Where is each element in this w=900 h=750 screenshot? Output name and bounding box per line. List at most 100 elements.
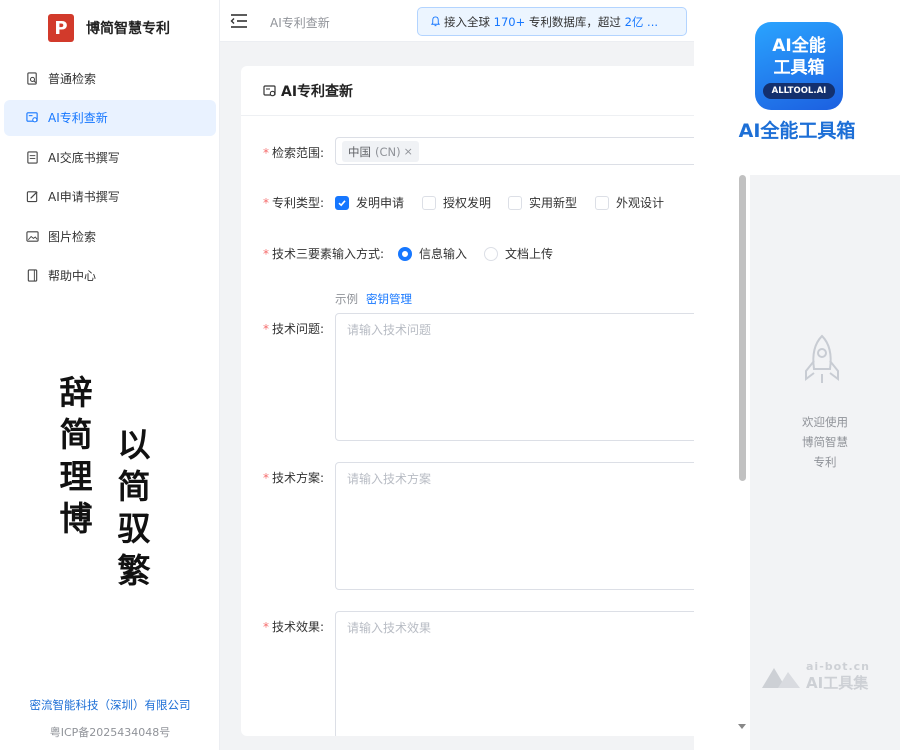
tech-effect-input[interactable] bbox=[335, 611, 715, 736]
edit-icon bbox=[24, 189, 40, 205]
patent-novelty-form: AI专利查新 * 检索范围: 中国 (CN) × * 专利类型: 发明申请 授权发明… bbox=[241, 66, 717, 736]
sidebar-item-label: AI交底书撰写 bbox=[48, 150, 120, 165]
footer-company-link[interactable]: 密流智能科技（深圳）有限公司 bbox=[0, 697, 220, 713]
solution-label: * 技术方案: bbox=[263, 469, 324, 486]
notice-count2: 2亿 ... bbox=[624, 14, 659, 29]
checkbox-utility-model[interactable]: 实用新型 bbox=[508, 194, 577, 211]
checkbox-icon bbox=[595, 195, 609, 210]
example-link[interactable]: 示例 bbox=[335, 292, 358, 306]
type-label-text: 专利类型: bbox=[272, 196, 325, 210]
required-mark: * bbox=[263, 247, 269, 261]
brand-name: 博简智慧专利 bbox=[86, 21, 170, 37]
calligraphy-text-2: 以简驭繁 bbox=[117, 425, 151, 590]
radio-info-input[interactable]: 信息输入 bbox=[398, 245, 467, 262]
brand-logo-icon: P bbox=[48, 14, 74, 42]
sidebar-item-label: AI专利查新 bbox=[48, 111, 108, 126]
calligraphy-text-1: 辞简理博 bbox=[59, 373, 93, 538]
watermark-large: AI工具集 bbox=[806, 674, 869, 692]
sidebar-item-disclosure[interactable]: AI交底书撰写 bbox=[4, 139, 216, 175]
sidebar-item-label: 图片检索 bbox=[48, 229, 97, 244]
sidebar-item-application[interactable]: AI申请书撰写 bbox=[4, 179, 216, 215]
checkbox-granted-invention[interactable]: 授权发明 bbox=[422, 194, 491, 211]
sidebar-item-normal-search[interactable]: 普通检索 bbox=[4, 60, 216, 96]
rocket-icon bbox=[805, 334, 839, 383]
radio-doc-upload[interactable]: 文档上传 bbox=[484, 245, 553, 262]
sidebar-item-label: 帮助中心 bbox=[48, 269, 97, 284]
checkbox-invention-application[interactable]: 发明申请 bbox=[335, 194, 404, 211]
radio-selected-icon bbox=[398, 246, 412, 261]
problem-label: * 技术问题: bbox=[263, 320, 324, 337]
effect-label-text: 技术效果: bbox=[272, 620, 325, 634]
tag-close-icon[interactable]: × bbox=[404, 145, 413, 158]
tech-problem-input[interactable] bbox=[335, 313, 715, 441]
sidebar-item-label: AI申请书撰写 bbox=[48, 190, 120, 205]
checkbox-label: 授权发明 bbox=[443, 196, 492, 210]
calligraphy-column-2: 以简驭繁 bbox=[114, 424, 154, 592]
scroll-down-arrow-icon[interactable] bbox=[738, 724, 746, 729]
scope-select[interactable]: 中国 (CN) × bbox=[335, 137, 717, 165]
menu-collapse-icon[interactable] bbox=[230, 13, 248, 29]
welcome-text: 欢迎使用 博简智慧 专利 bbox=[750, 412, 900, 472]
checkbox-icon bbox=[422, 195, 436, 210]
checkbox-label: 发明申请 bbox=[356, 196, 405, 210]
welcome-line-3: 专利 bbox=[813, 455, 837, 469]
right-panel: AI全能 工具箱 ALLTOOL.AI AI全能工具箱 欢迎使用 博简智慧 专利… bbox=[694, 0, 900, 750]
form-header: AI专利查新 bbox=[241, 66, 717, 116]
welcome-line-1: 欢迎使用 bbox=[802, 415, 848, 429]
scope-tag-code: (CN) bbox=[375, 144, 401, 159]
checkbox-label: 外观设计 bbox=[616, 196, 665, 210]
radio-label: 信息输入 bbox=[419, 247, 468, 261]
sidebar-item-image-search[interactable]: 图片检索 bbox=[4, 218, 216, 254]
required-mark: * bbox=[263, 620, 269, 634]
calligraphy-art: 辞简理博 以简驭繁 bbox=[50, 372, 180, 622]
ad-logo-line2: 工具箱 bbox=[773, 58, 825, 78]
ai-search-icon bbox=[24, 110, 40, 126]
sidebar: P 博简智慧专利 普通检索 AI专利查新 AI交底书撰写 AI申请书撰写 图片检… bbox=[0, 0, 220, 750]
search-doc-icon bbox=[24, 70, 40, 86]
ad-logo-badge: ALLTOOL.AI bbox=[763, 83, 835, 99]
required-mark: * bbox=[263, 146, 269, 160]
required-mark: * bbox=[263, 471, 269, 485]
ad-logo-line1: AI全能 bbox=[772, 36, 826, 56]
solution-label-text: 技术方案: bbox=[272, 471, 325, 485]
doc-icon bbox=[24, 149, 40, 165]
notice-banner[interactable]: 接入全球 170+ 专利数据库，超过 2亿 ... bbox=[417, 7, 687, 36]
ad-name[interactable]: AI全能工具箱 bbox=[694, 116, 900, 143]
notice-prefix: 接入全球 bbox=[444, 14, 490, 29]
checkbox-checked-icon bbox=[335, 195, 349, 210]
type-label: * 专利类型: bbox=[263, 194, 324, 211]
sidebar-menu: 普通检索 AI专利查新 AI交底书撰写 AI申请书撰写 图片检索 帮助中心 bbox=[4, 60, 216, 298]
checkbox-label: 实用新型 bbox=[529, 196, 578, 210]
sidebar-item-help[interactable]: 帮助中心 bbox=[4, 258, 216, 294]
notice-mid: 专利数据库，超过 bbox=[528, 14, 621, 29]
helper-links: 示例 密钥管理 bbox=[335, 291, 412, 307]
tech-solution-input[interactable] bbox=[335, 462, 715, 590]
bell-icon bbox=[430, 16, 441, 27]
scope-label: * 检索范围: bbox=[263, 144, 324, 161]
required-mark: * bbox=[263, 196, 269, 210]
sidebar-item-label: 普通检索 bbox=[48, 71, 97, 86]
input-mode-label-text: 技术三要素输入方式: bbox=[272, 247, 385, 261]
problem-label-text: 技术问题: bbox=[272, 322, 325, 336]
scrollbar-thumb[interactable] bbox=[739, 175, 746, 481]
checkbox-design[interactable]: 外观设计 bbox=[595, 194, 664, 211]
footer-icp[interactable]: 粤ICP备2025434048号 bbox=[0, 724, 220, 740]
top-bar: AI专利查新 接入全球 170+ 专利数据库，超过 2亿 ... bbox=[220, 0, 694, 42]
form-title: AI专利查新 bbox=[281, 83, 354, 100]
welcome-line-2: 博简智慧 bbox=[802, 435, 848, 449]
checkbox-icon bbox=[508, 195, 522, 210]
required-mark: * bbox=[263, 322, 269, 336]
key-management-link[interactable]: 密钥管理 bbox=[366, 292, 412, 306]
watermark: ai-bot.cn AI工具集 bbox=[760, 660, 890, 692]
scope-tag-label: 中国 bbox=[348, 144, 371, 159]
input-mode-label: * 技术三要素输入方式: bbox=[263, 245, 384, 262]
breadcrumb: AI专利查新 bbox=[270, 16, 330, 30]
sidebar-item-ai-novelty[interactable]: AI专利查新 bbox=[4, 99, 216, 136]
calligraphy-column-1: 辞简理博 bbox=[56, 372, 96, 540]
watermark-logo-icon bbox=[762, 668, 800, 688]
radio-label: 文档上传 bbox=[505, 247, 554, 261]
notice-count: 170+ bbox=[493, 14, 526, 29]
radio-icon bbox=[484, 246, 498, 261]
brand[interactable]: P 博简智慧专利 bbox=[48, 14, 170, 42]
alltool-logo[interactable]: AI全能 工具箱 ALLTOOL.AI bbox=[755, 22, 843, 110]
